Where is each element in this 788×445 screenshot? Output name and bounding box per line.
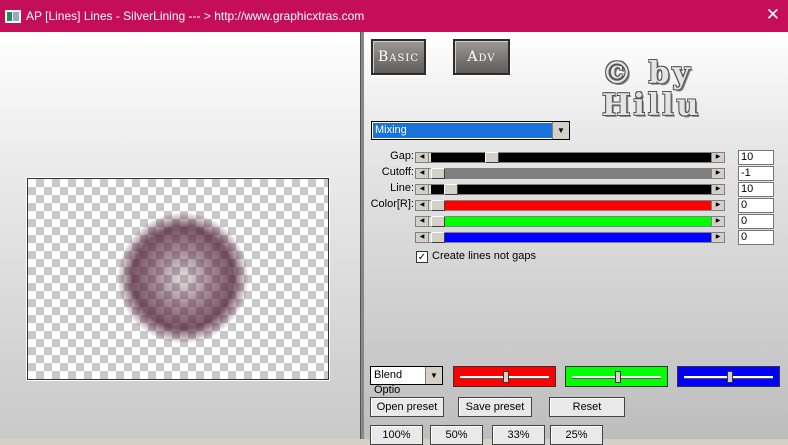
slider-thumb[interactable] [484, 152, 499, 163]
slider-thumb[interactable] [431, 216, 445, 227]
preview-pane [0, 32, 360, 439]
zoom-button[interactable]: 100% [370, 425, 423, 445]
chevron-right-icon[interactable]: ▶ [711, 233, 724, 242]
slider-thumb[interactable] [431, 232, 445, 243]
tab-basic[interactable]: Basic [371, 39, 426, 75]
slider-thumb[interactable] [431, 168, 445, 179]
slider-fill [431, 185, 711, 194]
mode-select-value: Mixing [373, 123, 552, 138]
check-icon[interactable]: ✓ [416, 251, 428, 263]
slider-fill [431, 169, 711, 178]
slider-fill [431, 201, 711, 210]
create-lines-label: Create lines not gaps [432, 250, 536, 262]
slider-fill [431, 153, 711, 162]
settings-pane: Basic Adv © by Hillu Mixing ▼ Gap: ◀ ▶ 10 Cu… [364, 32, 788, 445]
window-title: AP [Lines] Lines - SilverLining --- > ht… [26, 9, 365, 23]
param-value-field[interactable]: 10 [738, 182, 774, 197]
param-value-field[interactable]: 0 [738, 214, 774, 229]
close-icon[interactable]: ✕ [766, 5, 780, 25]
slider-fill [431, 217, 711, 226]
watermark: © by Hillu [602, 58, 701, 122]
chevron-right-icon[interactable]: ▶ [711, 217, 724, 226]
chevron-left-icon[interactable]: ◀ [416, 185, 429, 194]
chevron-left-icon[interactable]: ◀ [416, 169, 429, 178]
chevron-left-icon[interactable]: ◀ [416, 201, 429, 210]
param-slider[interactable]: ◀ ▶ [415, 216, 725, 227]
param-label: Cutoff: [381, 166, 414, 178]
param-slider[interactable]: ◀ ▶ [415, 232, 725, 243]
blend-options-select[interactable]: Blend Optio ▼ [370, 366, 443, 396]
param-value-field[interactable]: 0 [738, 198, 774, 213]
param-label: Gap: [390, 150, 414, 162]
chevron-down-icon[interactable]: ▼ [552, 122, 569, 139]
watermark-line-2: Hillu [602, 88, 702, 123]
param-value-field[interactable]: 10 [738, 150, 774, 165]
param-value-field[interactable]: 0 [738, 230, 774, 245]
preview-effect-image [118, 213, 248, 343]
param-slider[interactable]: ◀ ▶ [415, 184, 725, 195]
zoom-button[interactable]: 25% [550, 425, 603, 445]
preview-canvas [26, 177, 330, 381]
open-preset-button[interactable]: Open preset [370, 397, 444, 417]
zoom-button[interactable]: 50% [430, 425, 483, 445]
slider-fill [431, 233, 711, 242]
chevron-right-icon[interactable]: ▶ [711, 153, 724, 162]
chevron-left-icon[interactable]: ◀ [416, 217, 429, 226]
color-channel-slider[interactable] [677, 366, 780, 387]
chevron-left-icon[interactable]: ◀ [416, 153, 429, 162]
blend-options-value: Blend Optio [374, 369, 403, 396]
title-bar: AP [Lines] Lines - SilverLining --- > ht… [0, 0, 788, 32]
color-channel-slider[interactable] [453, 366, 556, 387]
color-channel-slider[interactable] [565, 366, 668, 387]
reset-button[interactable]: Reset [549, 397, 625, 417]
chevron-right-icon[interactable]: ▶ [711, 201, 724, 210]
mode-select[interactable]: Mixing ▼ [371, 121, 570, 140]
param-slider[interactable]: ◀ ▶ [415, 152, 725, 163]
chevron-right-icon[interactable]: ▶ [711, 185, 724, 194]
slider-thumb[interactable] [502, 371, 509, 383]
param-slider[interactable]: ◀ ▶ [415, 200, 725, 211]
save-preset-button[interactable]: Save preset [458, 397, 532, 417]
param-label: Line: [390, 182, 414, 194]
chevron-right-icon[interactable]: ▶ [711, 169, 724, 178]
app-icon [5, 10, 21, 23]
chevron-left-icon[interactable]: ◀ [416, 233, 429, 242]
slider-thumb[interactable] [431, 200, 445, 211]
slider-thumb[interactable] [444, 184, 459, 195]
chevron-down-icon[interactable]: ▼ [425, 367, 442, 384]
watermark-line-1: © by [602, 56, 693, 91]
slider-thumb[interactable] [726, 371, 733, 383]
slider-thumb[interactable] [614, 371, 621, 383]
param-value-field[interactable]: -1 [738, 166, 774, 181]
zoom-button[interactable]: 33% [492, 425, 545, 445]
tab-adv[interactable]: Adv [453, 39, 510, 75]
param-label: Color[R]: [370, 198, 414, 210]
param-slider[interactable]: ◀ ▶ [415, 168, 725, 179]
